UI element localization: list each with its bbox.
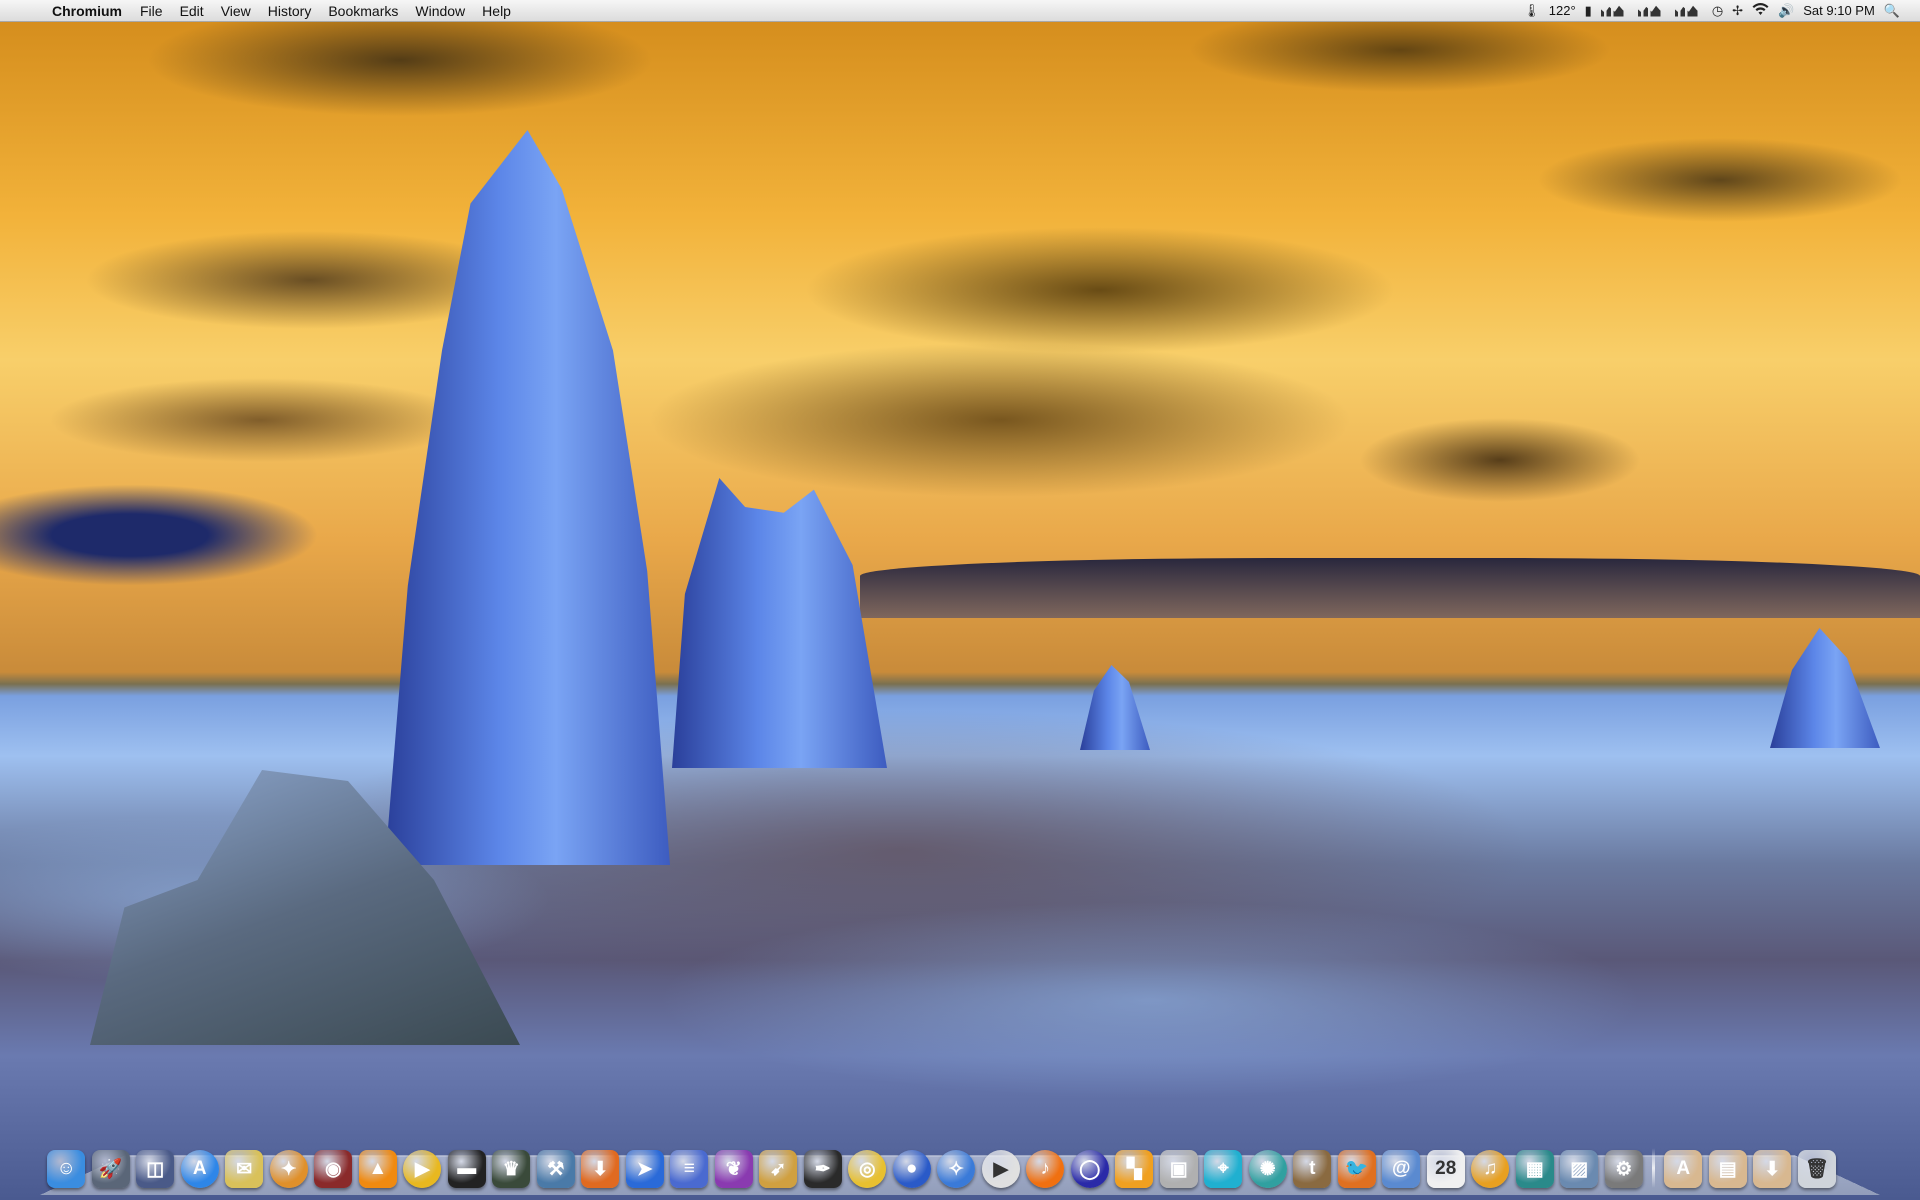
thermometer-icon[interactable]: 🌡 (1523, 3, 1540, 19)
dock-xcode-icon[interactable]: ⚒ (537, 1150, 575, 1188)
app-menu[interactable]: Chromium (52, 3, 122, 19)
time-machine-icon[interactable]: ◷ (1712, 3, 1723, 19)
dock-tumblr-icon[interactable]: t (1293, 1150, 1331, 1188)
menu-window[interactable]: Window (415, 3, 465, 19)
wallpaper-treeline (0, 455, 400, 585)
dock-alfred-icon[interactable]: ♛ (492, 1150, 530, 1188)
dock-iphoto-icon[interactable]: ▨ (1560, 1150, 1598, 1188)
desktop-wallpaper (0, 0, 1920, 1200)
dock-cursor-app-icon[interactable]: ➹ (759, 1150, 797, 1188)
dock-finder-icon[interactable]: ☺ (47, 1150, 85, 1188)
dock-itunes-radio-icon[interactable]: ♪ (1026, 1150, 1064, 1188)
dock-quicktime-icon[interactable]: ▶ (403, 1150, 441, 1188)
dock-firefox-icon[interactable]: ● (893, 1150, 931, 1188)
dock-player-icon[interactable]: ▶ (982, 1150, 1020, 1188)
cpu-graph-icon[interactable] (1601, 5, 1629, 17)
dock-safari-icon[interactable]: ✦ (270, 1150, 308, 1188)
dock-compass-icon[interactable]: ✧ (937, 1150, 975, 1188)
dock-evernote-icon[interactable]: ❦ (715, 1150, 753, 1188)
menu-clock[interactable]: Sat 9:10 PM (1803, 3, 1875, 18)
network-graph-icon[interactable] (1675, 5, 1703, 17)
dock-separator (1652, 1148, 1655, 1188)
temperature-readout[interactable]: 122° (1549, 3, 1576, 18)
dock-app-store-icon[interactable]: A (181, 1150, 219, 1188)
volume-icon[interactable]: 🔊 (1778, 3, 1794, 19)
dock-photo-booth-icon[interactable]: ◉ (314, 1150, 352, 1188)
dock-dashboard-icon[interactable]: ◫ (136, 1150, 174, 1188)
dock-address-book-icon[interactable]: @ (1382, 1150, 1420, 1188)
menu-history[interactable]: History (268, 3, 312, 19)
dock-launchpad-icon[interactable]: 🚀 (92, 1150, 130, 1188)
wifi-icon[interactable] (1752, 3, 1769, 19)
dock-toggle-icon[interactable]: ▬ (448, 1150, 486, 1188)
dock-downloads-folder-icon[interactable]: ⬇ (1753, 1150, 1791, 1188)
dock-trash-icon[interactable]: 🗑 (1798, 1150, 1836, 1188)
dock-chrome-icon[interactable]: ◎ (848, 1150, 886, 1188)
dock-vlc-icon[interactable]: ▲ (359, 1150, 397, 1188)
menu-view[interactable]: View (221, 3, 251, 19)
wallpaper-rock-pillar (385, 130, 670, 865)
menu-edit[interactable]: Edit (180, 3, 204, 19)
dock-itunes-icon[interactable]: ♫ (1471, 1150, 1509, 1188)
battery-icon[interactable]: ▮ (1585, 3, 1592, 19)
dock-quill-icon[interactable]: ✒ (804, 1150, 842, 1188)
dock-checker-icon[interactable]: ▚ (1115, 1150, 1153, 1188)
dock-maps-icon[interactable]: ⌖ (1204, 1150, 1242, 1188)
dock-system-preferences-icon[interactable]: ⚙ (1605, 1150, 1643, 1188)
dock-preview-icon[interactable]: ✉ (225, 1150, 263, 1188)
spotlight-search-icon[interactable]: 🔍 (1884, 3, 1900, 19)
dock-twitter-icon[interactable]: 🐦 (1338, 1150, 1376, 1188)
menu-bookmarks[interactable]: Bookmarks (328, 3, 398, 19)
dock-stocks-icon[interactable]: ▦ (1516, 1150, 1554, 1188)
menu-help[interactable]: Help (482, 3, 511, 19)
memory-graph-icon[interactable] (1638, 5, 1666, 17)
dock-calendar-icon[interactable]: 28 (1427, 1150, 1465, 1188)
dock-mail-pilot-icon[interactable]: ➤ (626, 1150, 664, 1188)
status-menus: 🌡 122° ▮ ◷ ✢ 🔊 Sat 9:10 PM 🔍 (1523, 3, 1900, 19)
dock-documents-folder-icon[interactable]: ▤ (1709, 1150, 1747, 1188)
menu-bar: Chromium File Edit View History Bookmark… (0, 0, 1920, 22)
dock-textedit-icon[interactable]: ≡ (670, 1150, 708, 1188)
wallpaper-rock-pillar (1770, 628, 1880, 748)
dock: ☺ 🚀 ◫ A ✉ ✦ ◉ ▲ ▶ ▬ ♛ ⚒ ⬇ ➤ ≡ ❦ ➹ ✒ ◎ ● ✧ ▶ ♪ ◯ ▚ ▣ ⌖ ✺ t 🐦 @28 ♫ ▦ ▨ ⚙ A ▤ ⬇… (44, 1142, 1876, 1188)
wallpaper-ridge (860, 558, 1920, 618)
dock-globe-icon[interactable]: ◯ (1071, 1150, 1109, 1188)
dock-bug-icon[interactable]: ✺ (1249, 1150, 1287, 1188)
dock-screen-capture-icon[interactable]: ▣ (1160, 1150, 1198, 1188)
wallpaper-rock-pillar (672, 478, 887, 768)
bluetooth-icon[interactable]: ✢ (1732, 3, 1743, 19)
dock-transmission-icon[interactable]: ⬇ (581, 1150, 619, 1188)
menu-file[interactable]: File (140, 3, 163, 19)
dock-applications-folder-icon[interactable]: A (1664, 1150, 1702, 1188)
